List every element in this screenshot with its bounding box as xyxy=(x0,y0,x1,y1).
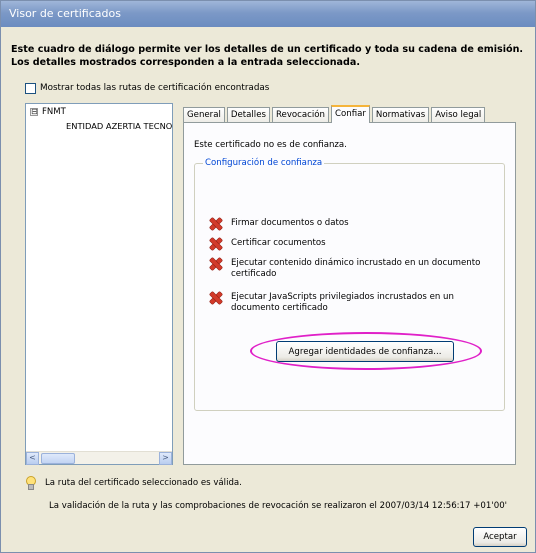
red-x-icon xyxy=(209,257,223,271)
tree-node-entidad-azertia[interactable]: ENTIDAD AZERTIA TECNOLOGIAS xyxy=(66,121,172,131)
path-valid-text: La ruta del certificado seleccionado es … xyxy=(45,477,242,488)
permission-label: Certificar cocumentos xyxy=(231,238,326,248)
add-trusted-identities-button[interactable]: Agregar identidades de confianza... xyxy=(276,341,454,362)
trust-settings-group: Configuración de confianza Firmar docume… xyxy=(194,158,505,411)
permission-certify-documents: Certificar cocumentos xyxy=(209,238,489,251)
horizontal-scrollbar[interactable]: < > xyxy=(26,451,172,465)
red-x-icon xyxy=(209,237,223,251)
permission-label: Ejecutar contenido dinámico incrustado e… xyxy=(231,258,481,279)
permission-label: Firmar documentos o datos xyxy=(231,218,349,228)
red-x-icon xyxy=(209,217,223,231)
tab-detalles[interactable]: Detalles xyxy=(226,107,270,123)
accept-button[interactable]: Aceptar xyxy=(473,527,527,547)
certificate-tree[interactable]: ⊟ FNMT ENTIDAD AZERTIA TECNOLOGIAS < > xyxy=(25,103,173,465)
scroll-right-icon[interactable]: > xyxy=(159,452,172,465)
tab-aviso-legal[interactable]: Aviso legal xyxy=(431,107,486,123)
scroll-left-icon[interactable]: < xyxy=(26,452,39,465)
permission-dynamic-content: Ejecutar contenido dinámico incrustado e… xyxy=(209,258,489,280)
tab-strip: General Detalles Revocación Confiar Norm… xyxy=(183,105,487,123)
permission-sign-documents: Firmar documentos o datos xyxy=(209,218,489,231)
show-all-paths-checkbox[interactable] xyxy=(25,82,36,94)
tab-normativas[interactable]: Normativas xyxy=(371,107,430,123)
red-x-icon xyxy=(209,291,223,305)
scroll-track[interactable] xyxy=(77,452,159,464)
trust-settings-group-label: Configuración de confianza xyxy=(203,158,325,168)
tab-general[interactable]: General xyxy=(183,107,225,123)
certificate-viewer-window: Visor de certificados Este cuadro de diá… xyxy=(0,0,536,553)
tree-node-label: FNMT xyxy=(42,107,66,117)
lightbulb-icon xyxy=(25,476,36,490)
permission-privileged-javascript: Ejecutar JavaScripts privilegiados incru… xyxy=(209,292,489,314)
intro-text: Este cuadro de diálogo permite ver los d… xyxy=(11,44,524,68)
tree-node-fnmt[interactable]: ⊟ FNMT xyxy=(30,107,66,117)
show-all-paths-label: Mostrar todas las rutas de certificación… xyxy=(40,83,270,93)
show-all-paths-row[interactable]: Mostrar todas las rutas de certificación… xyxy=(25,81,269,95)
trust-tab-panel: Este certificado no es de confianza. Con… xyxy=(183,122,516,465)
tab-revocacion[interactable]: Revocación xyxy=(271,107,329,123)
permission-label: Ejecutar JavaScripts privilegiados incru… xyxy=(231,292,454,313)
tab-confiar[interactable]: Confiar xyxy=(331,105,370,123)
collapse-icon[interactable]: ⊟ xyxy=(30,108,38,116)
scroll-thumb[interactable] xyxy=(41,453,75,464)
validation-timestamp-text: La validación de la ruta y las comprobac… xyxy=(49,501,508,511)
window-title: Visor de certificados xyxy=(1,1,535,27)
path-valid-row: La ruta del certificado seleccionado es … xyxy=(25,476,242,490)
trust-status-text: Este certificado no es de confianza. xyxy=(194,140,347,150)
